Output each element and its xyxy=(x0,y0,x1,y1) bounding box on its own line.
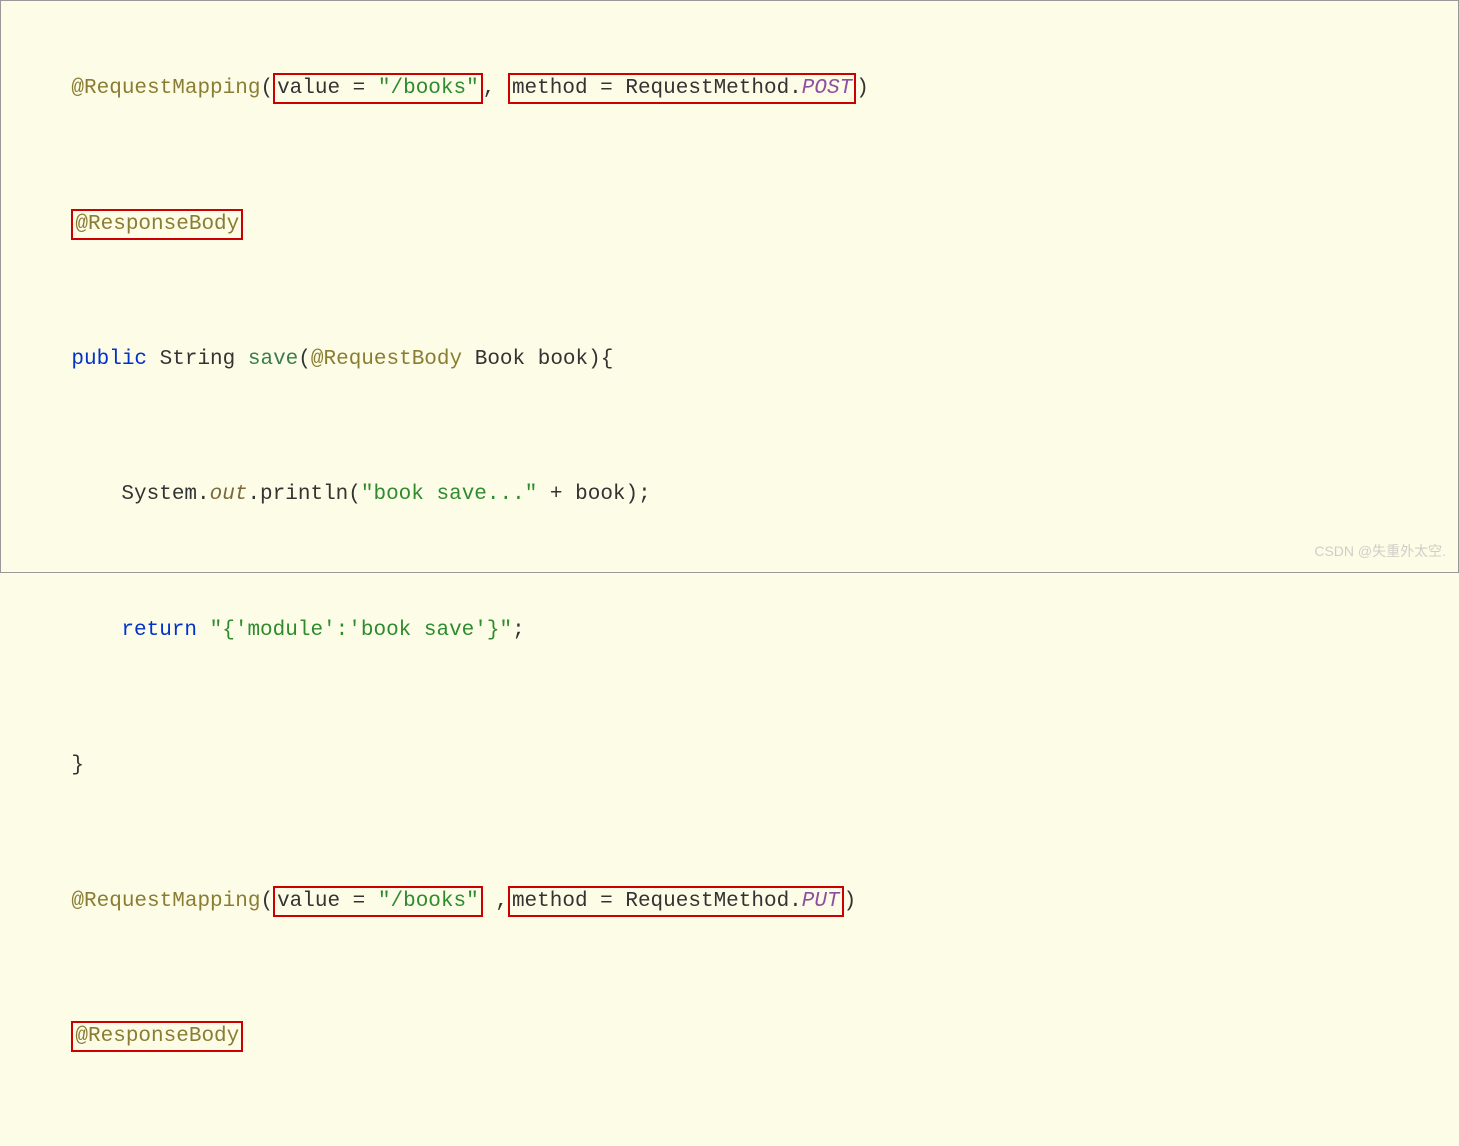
string-save: "book save..." xyxy=(361,483,537,506)
highlight-responsebody-2: @ResponseBody xyxy=(71,1021,243,1052)
keyword-return: return xyxy=(121,619,209,642)
attr-value: value = xyxy=(277,77,378,100)
string-module-save: "{'module':'book save'}" xyxy=(210,619,512,642)
annotation-requestmapping: @RequestMapping xyxy=(71,77,260,100)
semicolon: ; xyxy=(512,619,525,642)
highlight-value-books-2: value = "/books" xyxy=(273,886,483,917)
comma: , xyxy=(483,77,508,100)
attr-method: method = RequestMethod. xyxy=(512,77,802,100)
annotation-requestmapping: @RequestMapping xyxy=(71,890,260,913)
annotation-responsebody: @ResponseBody xyxy=(75,213,239,236)
param-book: Book book xyxy=(475,348,588,371)
code-line-4: System.out.println("book save..." + book… xyxy=(21,427,1438,562)
highlight-responsebody-1: @ResponseBody xyxy=(71,209,243,240)
method-save: save xyxy=(248,348,298,371)
highlight-value-books-1: value = "/books" xyxy=(273,73,483,104)
paren-close-brace: ){ xyxy=(588,348,613,371)
system: System. xyxy=(121,483,209,506)
code-line-7: @RequestMapping(value = "/books" ,method… xyxy=(21,834,1438,969)
paren-close: ) xyxy=(856,77,869,100)
code-line-6: } xyxy=(21,698,1438,833)
code-line-9: public String update(@RequestBody Book b… xyxy=(21,1104,1438,1146)
annotation-requestbody: @RequestBody xyxy=(311,348,475,371)
watermark-text: CSDN @失重外太空. xyxy=(1314,536,1446,566)
string-books: "/books" xyxy=(378,77,479,100)
concat-book: + book); xyxy=(537,483,650,506)
code-line-8: @ResponseBody xyxy=(21,969,1438,1104)
field-out: out xyxy=(210,483,248,506)
const-put: PUT xyxy=(802,890,840,913)
call-println: .println( xyxy=(247,483,360,506)
type-string: String xyxy=(160,348,248,371)
code-line-1: @RequestMapping(value = "/books", method… xyxy=(21,21,1438,156)
paren-open: ( xyxy=(260,77,273,100)
code-line-3: public String save(@RequestBody Book boo… xyxy=(21,292,1438,427)
code-block: @RequestMapping(value = "/books", method… xyxy=(21,21,1438,1146)
annotation-responsebody: @ResponseBody xyxy=(75,1025,239,1048)
paren-open: ( xyxy=(298,348,311,371)
highlight-method-post: method = RequestMethod.POST xyxy=(508,73,856,104)
const-post: POST xyxy=(802,77,852,100)
highlight-method-put: method = RequestMethod.PUT xyxy=(508,886,844,917)
attr-value: value = xyxy=(277,890,378,913)
comma: , xyxy=(483,890,508,913)
code-line-2: @ResponseBody xyxy=(21,156,1438,291)
string-books: "/books" xyxy=(378,890,479,913)
keyword-public: public xyxy=(71,348,159,371)
attr-method: method = RequestMethod. xyxy=(512,890,802,913)
code-line-5: return "{'module':'book save'}"; xyxy=(21,563,1438,698)
paren-open: ( xyxy=(260,890,273,913)
paren-close: ) xyxy=(844,890,857,913)
brace-close: } xyxy=(71,754,84,777)
